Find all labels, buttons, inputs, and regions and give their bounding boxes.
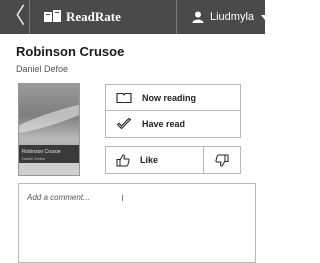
cover-author: Daniel Defoe	[22, 156, 46, 161]
book-title: Robinson Crusoe	[16, 44, 125, 59]
app-name: ReadRate	[66, 9, 121, 24]
now-reading-label: Now reading	[142, 92, 197, 103]
book-cover: Robinson Crusoe Daniel Defoe	[18, 83, 80, 176]
header-divider	[176, 0, 177, 34]
chevron-down-icon	[261, 14, 270, 20]
user-icon	[192, 11, 204, 23]
book-outline-icon	[116, 92, 132, 103]
back-button[interactable]: 〈	[0, 0, 30, 34]
comment-input[interactable]	[27, 193, 247, 202]
thumbs-up-icon	[116, 153, 130, 166]
comment-box[interactable]	[18, 183, 256, 263]
dislike-button[interactable]	[203, 146, 241, 174]
chevron-left-icon: 〈	[3, 3, 26, 28]
like-button[interactable]: Like	[105, 146, 204, 174]
book-author[interactable]: Daniel Defoe	[16, 64, 68, 74]
cover-wave	[19, 98, 79, 138]
check-mark-icon	[116, 118, 132, 130]
have-read-button[interactable]: Have read	[105, 110, 241, 138]
have-read-label: Have read	[142, 119, 186, 129]
text-cursor	[122, 195, 123, 201]
user-name: Liudmyla	[210, 11, 255, 23]
top-bar: 〈 ReadRate Liudmyla	[0, 0, 270, 34]
like-label: Like	[140, 155, 159, 165]
thumbs-down-icon	[215, 154, 229, 167]
now-reading-button[interactable]: Now reading	[105, 84, 241, 111]
cover-title: Robinson Crusoe	[22, 149, 61, 155]
cover-footer	[19, 163, 79, 175]
books-icon	[44, 10, 61, 22]
user-menu[interactable]: Liudmyla	[192, 9, 270, 25]
app-logo[interactable]: ReadRate	[44, 9, 121, 25]
